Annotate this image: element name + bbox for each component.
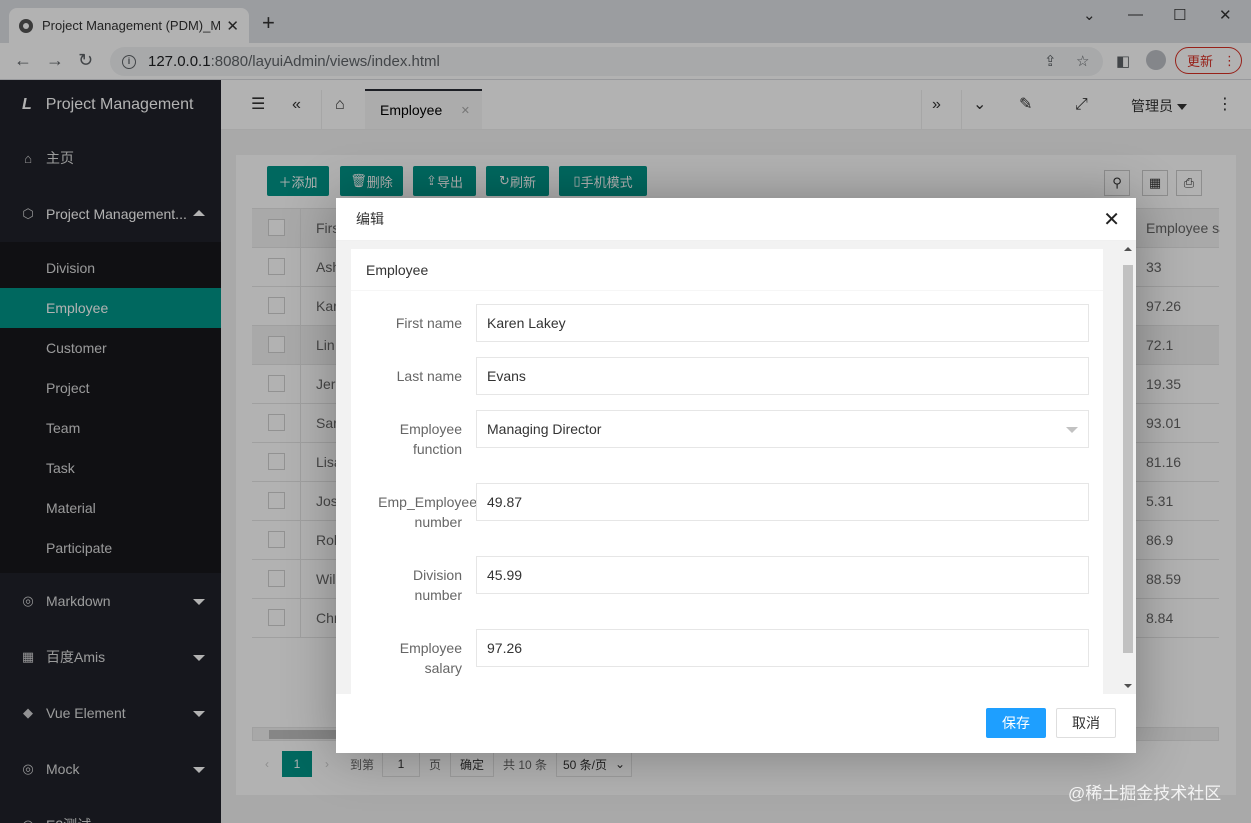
edit-dialog: 编辑 ✕ Employee First name Karen Lakey Las… bbox=[336, 198, 1136, 753]
scrollbar-thumb[interactable] bbox=[1123, 265, 1133, 653]
form-card: Employee First name Karen Lakey Last nam… bbox=[351, 249, 1103, 694]
division-number-field[interactable]: 45.99 bbox=[476, 556, 1089, 594]
division-label-line-1: Division bbox=[412, 567, 462, 583]
division-value: 45.99 bbox=[487, 567, 523, 583]
emp-number-value: 49.87 bbox=[487, 494, 523, 510]
dialog-title: 编辑 bbox=[336, 198, 1136, 241]
watermark: @稀土掘金技术社区 bbox=[1068, 784, 1222, 803]
save-button[interactable]: 保存 bbox=[986, 708, 1046, 738]
function-select[interactable]: Managing Director bbox=[476, 410, 1089, 448]
dialog-body: Employee First name Karen Lakey Last nam… bbox=[336, 241, 1136, 694]
form-section-title: Employee bbox=[351, 249, 1103, 291]
salary-label-line-2: salary bbox=[424, 660, 462, 676]
salary-value: 97.26 bbox=[487, 640, 523, 656]
function-label-line-2: function bbox=[412, 441, 462, 457]
dialog-footer: 保存 取消 bbox=[336, 694, 1136, 753]
last-name-label: Last name bbox=[396, 368, 462, 384]
salary-field[interactable]: 97.26 bbox=[476, 629, 1089, 667]
close-icon[interactable]: ✕ bbox=[1103, 210, 1120, 230]
first-name-value: Karen Lakey bbox=[487, 315, 566, 331]
function-value: Managing Director bbox=[487, 421, 602, 437]
emp-number-label-line-2: number bbox=[414, 514, 462, 530]
first-name-label: First name bbox=[395, 315, 462, 331]
dropdown-arrow-icon bbox=[1066, 427, 1078, 433]
dialog-scrollbar[interactable] bbox=[1120, 241, 1136, 694]
salary-label-line-1: Employee bbox=[399, 640, 462, 656]
last-name-value: Evans bbox=[487, 368, 526, 384]
last-name-field[interactable]: Evans bbox=[476, 357, 1089, 395]
division-label-line-2: number bbox=[414, 587, 462, 603]
scroll-up-icon[interactable] bbox=[1124, 247, 1132, 251]
emp-number-label-line-1: Emp_Employee bbox=[378, 494, 477, 510]
function-label-line-1: Employee bbox=[399, 421, 462, 437]
emp-number-field[interactable]: 49.87 bbox=[476, 483, 1089, 521]
scroll-down-icon[interactable] bbox=[1124, 684, 1132, 688]
first-name-field[interactable]: Karen Lakey bbox=[476, 304, 1089, 342]
cancel-button[interactable]: 取消 bbox=[1056, 708, 1116, 738]
